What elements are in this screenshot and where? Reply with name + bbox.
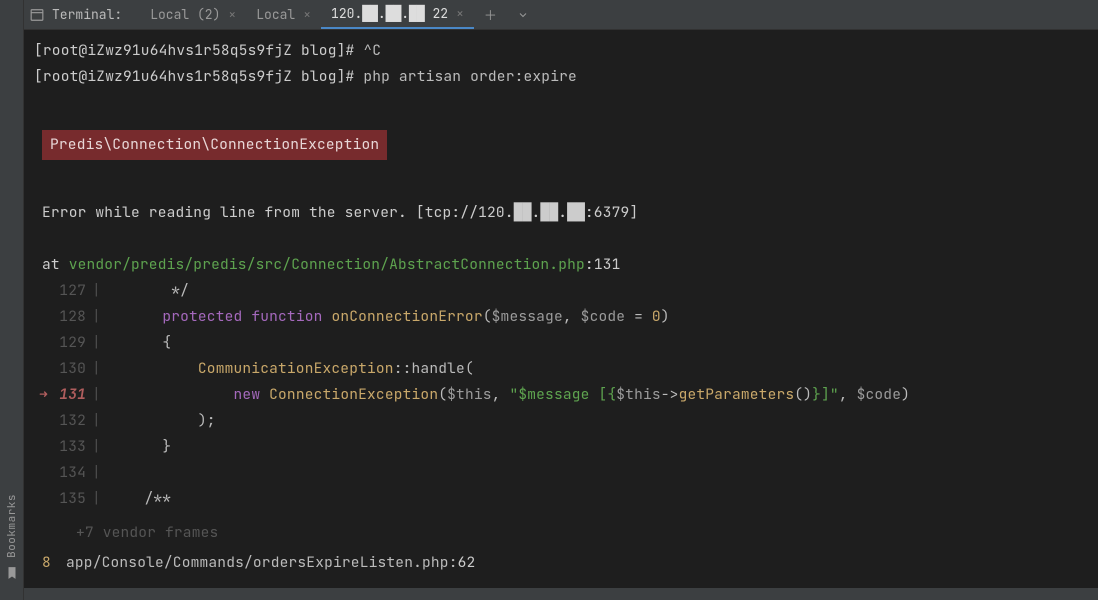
code: CommunicationException::handle( <box>109 356 474 382</box>
code-row: 133| } <box>34 434 1088 460</box>
code-row: 130| CommunicationException::handle( <box>34 356 1088 382</box>
error-location: at vendor/predis/predis/src/Connection/A… <box>42 252 1088 278</box>
arrow-col <box>34 460 50 486</box>
line-gutter: 134 <box>50 460 92 486</box>
main-area: Terminal: Local (2) × Local × 120.██.██.… <box>24 0 1098 600</box>
arrow-col <box>34 304 50 330</box>
tab-ssh-session[interactable]: 120.██.██.██ 22 × <box>321 0 474 29</box>
gutter-pipe: | <box>92 330 109 356</box>
terminal-body[interactable]: [root@iZwz91u64hvs1r58q5s9fjZ blog]# ^C … <box>24 30 1098 588</box>
gutter-pipe: | <box>92 486 109 512</box>
gutter-pipe: | <box>92 460 109 486</box>
frame-index: 8 <box>34 550 66 576</box>
close-icon[interactable]: × <box>303 6 311 23</box>
frame-line: 62 <box>458 550 476 576</box>
error-tcp: [tcp://120.██.██.██:6379] <box>416 203 639 222</box>
tab-local-2[interactable]: Local (2) × <box>140 0 246 29</box>
prompt-host: [root@iZwz91u64hvs1r58q5s9fjZ blog]# <box>34 41 363 60</box>
line-gutter: 135 <box>50 486 92 512</box>
at-label: at <box>42 255 69 274</box>
gutter-pipe: | <box>92 408 109 434</box>
blank-line <box>34 174 1088 200</box>
line-gutter: 133 <box>50 434 92 460</box>
prompt-line: [root@iZwz91u64hvs1r58q5s9fjZ blog]# ^C <box>34 38 1088 64</box>
arrow-col <box>34 278 50 304</box>
gutter-pipe: | <box>92 304 109 330</box>
sidebar-bookmarks: Bookmarks <box>0 0 24 600</box>
arrow-col <box>34 486 50 512</box>
code: ); <box>109 408 216 434</box>
gutter-pipe: | <box>92 434 109 460</box>
tab-label: 120.██.██.██ 22 <box>331 5 448 22</box>
close-icon[interactable]: × <box>456 5 464 22</box>
line-gutter: 132 <box>50 408 92 434</box>
arrow-col <box>34 408 50 434</box>
file-path: vendor/predis/predis/src/Connection/Abst… <box>69 255 585 274</box>
prompt-host: [root@iZwz91u64hvs1r58q5s9fjZ blog]# <box>34 67 363 86</box>
sidebar-vertical-label[interactable]: Bookmarks <box>5 494 19 558</box>
tab-label: Local (2) <box>150 6 220 23</box>
arrow-icon: ➜ <box>34 382 50 408</box>
tab-label: Local <box>256 6 295 23</box>
arrow-col <box>34 356 50 382</box>
code: */ <box>109 278 189 304</box>
line-gutter: 131 <box>50 382 92 408</box>
code-row: 132| ); <box>34 408 1088 434</box>
line-gutter: 127 <box>50 278 92 304</box>
gutter-pipe: | <box>92 278 109 304</box>
add-tab-button[interactable]: ＋ <box>474 0 507 29</box>
exception-badge: Predis\Connection\ConnectionException <box>42 130 387 160</box>
tool-window-bottom-bar <box>24 588 1098 600</box>
arrow-col <box>34 434 50 460</box>
code-row-current: ➜131| new ConnectionException($this, "$m… <box>34 382 1088 408</box>
tab-local[interactable]: Local × <box>246 0 321 29</box>
error-text: Error while reading line from the server… <box>42 203 416 222</box>
code: protected function onConnectionError($me… <box>109 304 670 330</box>
error-message: Error while reading line from the server… <box>42 200 1088 226</box>
code: } <box>109 434 171 460</box>
terminal-header: Terminal: Local (2) × Local × 120.██.██.… <box>24 0 1098 30</box>
gutter-pipe: | <box>92 382 109 408</box>
frame-sep: : <box>449 550 458 576</box>
stack-frame: 8 app/Console/Commands/ordersExpireListe… <box>34 550 1088 576</box>
line-number: 131 <box>594 255 621 274</box>
line-gutter: 129 <box>50 330 92 356</box>
tabs-dropdown-button[interactable] <box>507 0 539 29</box>
code-row: 127| */ <box>34 278 1088 304</box>
code-row: 128| protected function onConnectionErro… <box>34 304 1088 330</box>
arrow-col <box>34 330 50 356</box>
prompt-line: [root@iZwz91u64hvs1r58q5s9fjZ blog]# php… <box>34 64 1088 90</box>
tabs-container: Local (2) × Local × 120.██.██.██ 22 × ＋ <box>140 0 539 29</box>
path-sep: : <box>585 255 594 274</box>
line-gutter: 130 <box>50 356 92 382</box>
blank-line <box>34 90 1088 116</box>
terminal-panel-icon[interactable] <box>30 8 44 22</box>
gutter-pipe: | <box>92 356 109 382</box>
blank-line <box>34 226 1088 252</box>
code: /** <box>109 486 171 512</box>
code: { <box>109 330 171 356</box>
line-gutter: 128 <box>50 304 92 330</box>
terminal-title: Terminal: <box>52 6 122 23</box>
frame-path: app/Console/Commands/ordersExpireListen.… <box>66 550 449 576</box>
code-row: 129| { <box>34 330 1088 356</box>
code: new ConnectionException($this, "$message… <box>109 382 910 408</box>
vendor-frames-summary: +7 vendor frames <box>76 520 1088 546</box>
code-row: 135| /** <box>34 486 1088 512</box>
prompt-command: php artisan order:expire <box>363 67 577 86</box>
chevron-down-icon <box>517 9 529 21</box>
prompt-command: ^C <box>363 41 381 60</box>
exception-row: Predis\Connection\ConnectionException <box>34 116 1088 174</box>
code-row: 134| <box>34 460 1088 486</box>
close-icon[interactable]: × <box>228 6 236 23</box>
bookmark-icon <box>5 566 19 580</box>
